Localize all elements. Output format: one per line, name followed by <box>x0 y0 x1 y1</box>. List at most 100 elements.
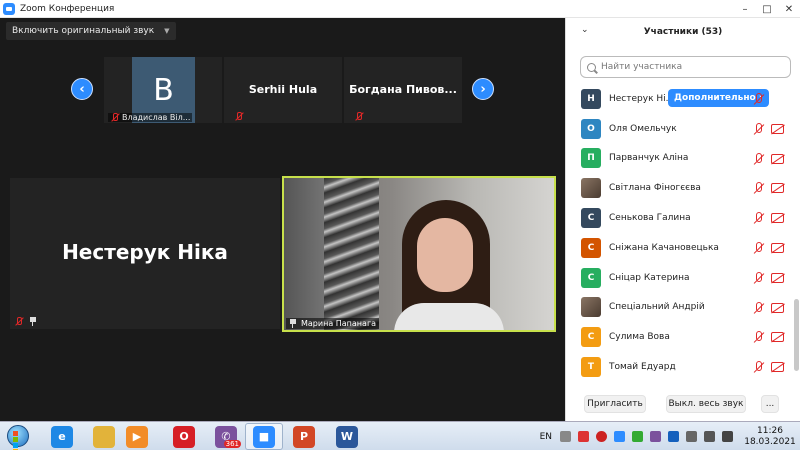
participant-row[interactable]: Спеціальний Андрій <box>566 293 794 323</box>
participant-name: Владислав Віл... <box>122 113 191 122</box>
pin-icon <box>289 319 297 328</box>
panel-header: ⌄ Участники (53) <box>566 18 800 46</box>
mic-muted-icon[interactable] <box>752 212 764 224</box>
language-indicator[interactable]: EN <box>540 432 552 442</box>
collapse-chevron-icon[interactable]: ⌄ <box>581 25 589 35</box>
strip-tile-2[interactable]: Богдана Пивов... <box>344 57 462 123</box>
participant-name: Serhii Hula <box>248 83 318 96</box>
bluetooth-icon[interactable] <box>668 431 679 442</box>
taskbar-powerpoint-button[interactable]: P <box>285 423 323 450</box>
strip-next-button[interactable]: › <box>472 78 494 100</box>
video-off-icon[interactable] <box>771 242 784 253</box>
flag-icon[interactable] <box>686 431 697 442</box>
mic-muted-icon[interactable] <box>752 122 764 135</box>
clock-date: 18.03.2021 <box>744 436 796 447</box>
mic-muted-icon[interactable] <box>752 271 764 284</box>
participant-row[interactable]: С Сенькова Галина <box>566 203 794 233</box>
tray-app-icon[interactable] <box>578 431 589 442</box>
video-off-icon[interactable] <box>771 183 784 194</box>
maximize-button[interactable]: □ <box>756 0 778 18</box>
zoom-tray-icon[interactable] <box>614 431 625 442</box>
taskbar-media-player-button[interactable]: ▶ <box>118 423 156 450</box>
mute-all-button[interactable]: Выкл. весь звук <box>666 395 746 413</box>
zoom-logo-icon <box>3 2 15 15</box>
mic-muted-icon[interactable] <box>752 182 764 194</box>
title-bar: Zoom Конференция – □ ✕ <box>0 0 800 18</box>
chevron-down-icon[interactable]: ▼ <box>164 27 169 35</box>
windows-taskbar: e ▶ O ✆ 361 ■ P W EN 11:26 18.03.2021 <box>0 421 800 450</box>
participant-name: Сенькова Галина <box>609 213 691 224</box>
strip-tile-0[interactable]: В Владислав Віл... <box>104 57 222 123</box>
taskbar-opera-button[interactable]: O <box>165 423 203 450</box>
participant-row[interactable]: Н Нестерук Ні... Дополнительно › <box>566 84 794 114</box>
main-participant-name: Нестерук Ніка <box>62 240 228 264</box>
window-controls: – □ ✕ <box>734 0 800 18</box>
mic-muted-icon[interactable] <box>752 152 764 165</box>
minimize-button[interactable]: – <box>734 0 756 18</box>
participant-list: Н Нестерук Ні... Дополнительно › О Оля Омель… <box>566 84 794 382</box>
avatar: О <box>581 118 601 139</box>
mic-muted-icon[interactable] <box>752 241 764 254</box>
participant-row[interactable]: С Сніжана Качановецька <box>566 233 794 263</box>
clock[interactable]: 11:26 18.03.2021 <box>740 426 800 448</box>
scrollbar-thumb[interactable] <box>794 299 799 371</box>
strip-prev-button[interactable]: ‹ <box>71 78 93 100</box>
window-title: Zoom Конференция <box>20 3 115 14</box>
avatar: Н <box>581 88 601 109</box>
word-icon: W <box>336 425 358 448</box>
participant-row[interactable]: Т Томай Едуард <box>566 352 794 382</box>
participant-name: Спеціальний Андрій <box>609 302 705 313</box>
panel-footer: Пригласить Выкл. весь звук ... <box>566 392 800 416</box>
participant-search[interactable] <box>580 56 791 78</box>
close-button[interactable]: ✕ <box>778 0 800 18</box>
video-off-icon[interactable] <box>771 153 784 164</box>
mic-muted-icon[interactable] <box>752 301 764 314</box>
taskbar-word-button[interactable]: W <box>328 423 366 450</box>
participant-name: Сулима Вова <box>609 332 670 343</box>
participant-row[interactable]: О Оля Омельчук <box>566 114 794 144</box>
search-input[interactable] <box>601 62 781 72</box>
video-off-icon[interactable] <box>771 272 784 283</box>
speaker-name: Марина Папанага <box>301 319 377 328</box>
video-off-icon[interactable] <box>771 362 784 373</box>
participant-name: Нестерук Ні... <box>609 93 675 104</box>
video-area: Включить оригинальный звук ▼ ‹ › В Влади… <box>0 18 565 421</box>
start-button[interactable] <box>3 423 33 450</box>
participant-row[interactable]: П Парванчук Аліна <box>566 144 794 174</box>
main-video-tile[interactable]: Нестерук Ніка <box>10 178 280 329</box>
participant-row[interactable]: С Сулима Вова <box>566 322 794 352</box>
explorer-icon <box>93 425 115 448</box>
taskbar-ie-button[interactable]: e <box>43 423 81 450</box>
taskbar-zoom-button[interactable]: ■ <box>245 423 283 450</box>
invite-button[interactable]: Пригласить <box>584 395 646 413</box>
mic-muted-icon[interactable] <box>752 93 764 105</box>
volume-icon[interactable] <box>722 431 733 442</box>
participant-row[interactable]: С Сніцар Катерина <box>566 263 794 293</box>
mic-muted-icon <box>110 113 119 122</box>
video-off-icon[interactable] <box>771 123 784 134</box>
mic-muted-icon[interactable] <box>752 331 764 343</box>
mic-muted-icon <box>14 317 23 326</box>
original-sound-button[interactable]: Включить оригинальный звук ▼ <box>6 22 176 40</box>
network-icon[interactable] <box>560 431 571 442</box>
participant-name: Богдана Пивов... <box>349 83 457 96</box>
ie-icon: e <box>51 425 73 448</box>
signal-icon[interactable] <box>704 431 715 442</box>
scrollbar[interactable] <box>794 84 799 389</box>
video-off-icon[interactable] <box>771 213 784 224</box>
active-speaker-tile[interactable]: Марина Папанага <box>282 176 556 332</box>
more-options-button[interactable]: ... <box>761 395 779 413</box>
mic-muted-icon <box>354 112 363 121</box>
opera-icon: O <box>173 425 195 448</box>
nvidia-icon[interactable] <box>632 431 643 442</box>
mic-muted-icon[interactable] <box>752 361 764 373</box>
video-off-icon[interactable] <box>771 302 784 313</box>
strip-tile-1[interactable]: Serhii Hula <box>224 57 342 123</box>
taskbar-viber-button[interactable]: ✆ 361 <box>207 423 245 450</box>
opera-tray-icon[interactable] <box>596 431 607 442</box>
viber-tray-icon[interactable] <box>650 431 661 442</box>
participant-row[interactable]: Світлана Фіногєєва <box>566 173 794 203</box>
video-off-icon[interactable] <box>771 332 784 343</box>
avatar: С <box>581 237 601 258</box>
panel-title: Участники (53) <box>643 27 723 37</box>
